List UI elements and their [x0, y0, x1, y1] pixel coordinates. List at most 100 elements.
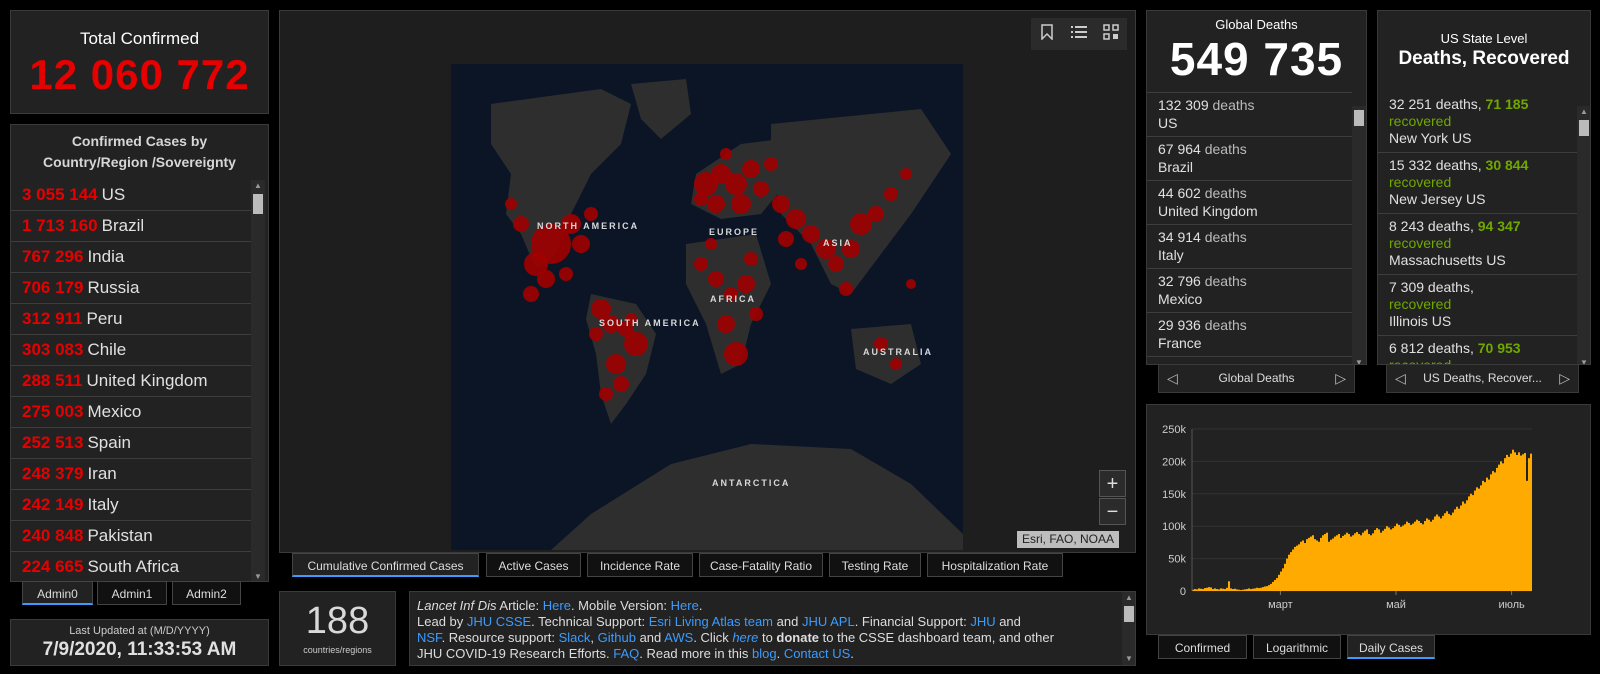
donate-here-link[interactable]: here — [732, 630, 758, 645]
scroll-up-icon[interactable]: ▲ — [1122, 592, 1135, 604]
list-item[interactable]: 1 713 160 Brazil — [11, 211, 251, 242]
daily-cases-bar[interactable] — [1372, 533, 1374, 591]
daily-cases-bar[interactable] — [1200, 588, 1202, 591]
daily-cases-bar[interactable] — [1226, 587, 1228, 591]
daily-cases-bar[interactable] — [1328, 541, 1330, 591]
daily-cases-bar[interactable] — [1476, 487, 1478, 591]
case-marker[interactable] — [606, 354, 626, 374]
tab-hospitalization-rate[interactable]: Hospitalization Rate — [927, 553, 1063, 577]
daily-cases-bar[interactable] — [1282, 568, 1284, 591]
slack-link[interactable]: Slack — [559, 630, 591, 645]
list-item[interactable]: 6 812 deaths, 70 953recoveredPennsylvani… — [1378, 336, 1577, 364]
list-item[interactable]: 240 848 Pakistan — [11, 521, 251, 552]
daily-cases-bar[interactable] — [1466, 500, 1468, 591]
daily-cases-bar[interactable] — [1306, 539, 1308, 591]
tab-admin1[interactable]: Admin1 — [97, 581, 167, 605]
daily-cases-bar[interactable] — [1262, 587, 1264, 591]
daily-cases-bar[interactable] — [1338, 533, 1340, 591]
daily-cases-bar[interactable] — [1456, 506, 1458, 591]
daily-cases-bar[interactable] — [1514, 452, 1516, 591]
case-marker[interactable] — [906, 279, 916, 289]
daily-cases-bar[interactable] — [1490, 474, 1492, 591]
case-marker[interactable] — [572, 235, 590, 253]
daily-cases-bar[interactable] — [1402, 525, 1404, 591]
daily-cases-bar[interactable] — [1304, 543, 1306, 591]
case-marker[interactable] — [828, 256, 844, 272]
github-link[interactable]: Github — [598, 630, 636, 645]
daily-cases-bar[interactable] — [1400, 526, 1402, 591]
daily-cases-bar[interactable] — [1472, 495, 1474, 591]
case-marker[interactable] — [772, 195, 790, 213]
daily-cases-bar[interactable] — [1404, 524, 1406, 591]
daily-cases-bar[interactable] — [1216, 589, 1218, 591]
chevron-right-icon[interactable]: ▷ — [1335, 365, 1346, 392]
case-marker[interactable] — [839, 282, 853, 296]
chevron-right-icon[interactable]: ▷ — [1559, 365, 1570, 392]
daily-cases-bar[interactable] — [1464, 503, 1466, 591]
daily-cases-bar[interactable] — [1248, 588, 1250, 591]
list-item[interactable]: 32 251 deaths, 71 185 recovered New York U… — [1378, 92, 1577, 153]
scroll-down-icon[interactable]: ▼ — [251, 571, 265, 581]
chevron-left-icon[interactable]: ◁ — [1167, 365, 1178, 392]
case-marker[interactable] — [795, 258, 807, 270]
daily-cases-bar[interactable] — [1242, 589, 1244, 591]
daily-cases-bar[interactable] — [1244, 589, 1246, 591]
case-marker[interactable] — [720, 148, 732, 160]
daily-cases-bar[interactable] — [1236, 589, 1238, 591]
daily-cases-bar[interactable] — [1520, 455, 1522, 591]
country-list[interactable]: 3 055 144 US 1 713 160 Brazil 767 296 India 70… — [11, 180, 251, 581]
daily-cases-bar[interactable] — [1302, 540, 1304, 591]
case-marker[interactable] — [705, 238, 717, 250]
daily-cases-bar[interactable] — [1316, 540, 1318, 591]
daily-cases-bar[interactable] — [1334, 536, 1336, 591]
daily-cases-bar[interactable] — [1220, 588, 1222, 591]
daily-cases-bar[interactable] — [1298, 544, 1300, 591]
daily-cases-bar[interactable] — [1410, 524, 1412, 591]
daily-cases-bar[interactable] — [1446, 511, 1448, 591]
daily-cases-bar[interactable] — [1342, 535, 1344, 591]
daily-cases-bar[interactable] — [1510, 453, 1512, 591]
daily-cases-bar[interactable] — [1470, 493, 1472, 591]
daily-cases-bar[interactable] — [1386, 526, 1388, 591]
daily-cases-bar[interactable] — [1314, 539, 1316, 591]
list-item[interactable]: 8 243 deaths, 94 347 recovered Massachuset… — [1378, 214, 1577, 275]
daily-cases-bar[interactable] — [1518, 452, 1520, 591]
daily-cases-bar[interactable] — [1390, 529, 1392, 591]
daily-cases-bar[interactable] — [1348, 533, 1350, 591]
daily-cases-bar[interactable] — [1326, 532, 1328, 591]
list-item[interactable]: 303 083 Chile — [11, 335, 251, 366]
daily-cases-bar[interactable] — [1426, 518, 1428, 591]
daily-cases-bar[interactable] — [1324, 533, 1326, 591]
case-marker[interactable] — [884, 187, 898, 201]
scroll-thumb[interactable] — [253, 194, 263, 214]
daily-cases-bar[interactable] — [1258, 588, 1260, 591]
case-marker[interactable] — [737, 275, 755, 293]
daily-cases-bar[interactable] — [1234, 588, 1236, 591]
daily-cases-bar[interactable] — [1370, 535, 1372, 591]
daily-cases-bar[interactable] — [1388, 527, 1390, 591]
tab-logarithmic[interactable]: Logarithmic — [1253, 635, 1341, 659]
daily-cases-bar[interactable] — [1522, 454, 1524, 591]
case-marker[interactable] — [725, 173, 747, 195]
list-item[interactable]: 248 379 Iran — [11, 459, 251, 490]
daily-cases-bar[interactable] — [1368, 533, 1370, 591]
case-marker[interactable] — [537, 270, 555, 288]
country-list-scrollbar[interactable]: ▲ ▼ — [251, 180, 265, 581]
world-map[interactable]: NORTH AMERICA SOUTH AMERICA EUROPE ASIA … — [451, 64, 963, 550]
daily-cases-bar[interactable] — [1468, 496, 1470, 591]
case-marker[interactable] — [731, 194, 751, 214]
daily-cases-bar[interactable] — [1500, 461, 1502, 591]
daily-cases-bar[interactable] — [1454, 509, 1456, 591]
daily-cases-bar[interactable] — [1362, 532, 1364, 591]
daily-cases-bar[interactable] — [1322, 535, 1324, 591]
list-item[interactable]: 252 513 Spain — [11, 428, 251, 459]
list-item[interactable]: 7 309 deaths, recovered Illinois US — [1378, 275, 1577, 336]
daily-cases-bar[interactable] — [1346, 532, 1348, 591]
daily-cases-bar[interactable] — [1224, 589, 1226, 591]
list-item[interactable]: 132 309 deaths US — [1147, 93, 1352, 137]
case-marker[interactable] — [624, 332, 648, 356]
daily-cases-bar[interactable] — [1286, 558, 1288, 591]
scroll-thumb[interactable] — [1579, 120, 1589, 136]
daily-cases-bar[interactable] — [1202, 589, 1204, 591]
daily-cases-bar[interactable] — [1428, 519, 1430, 591]
